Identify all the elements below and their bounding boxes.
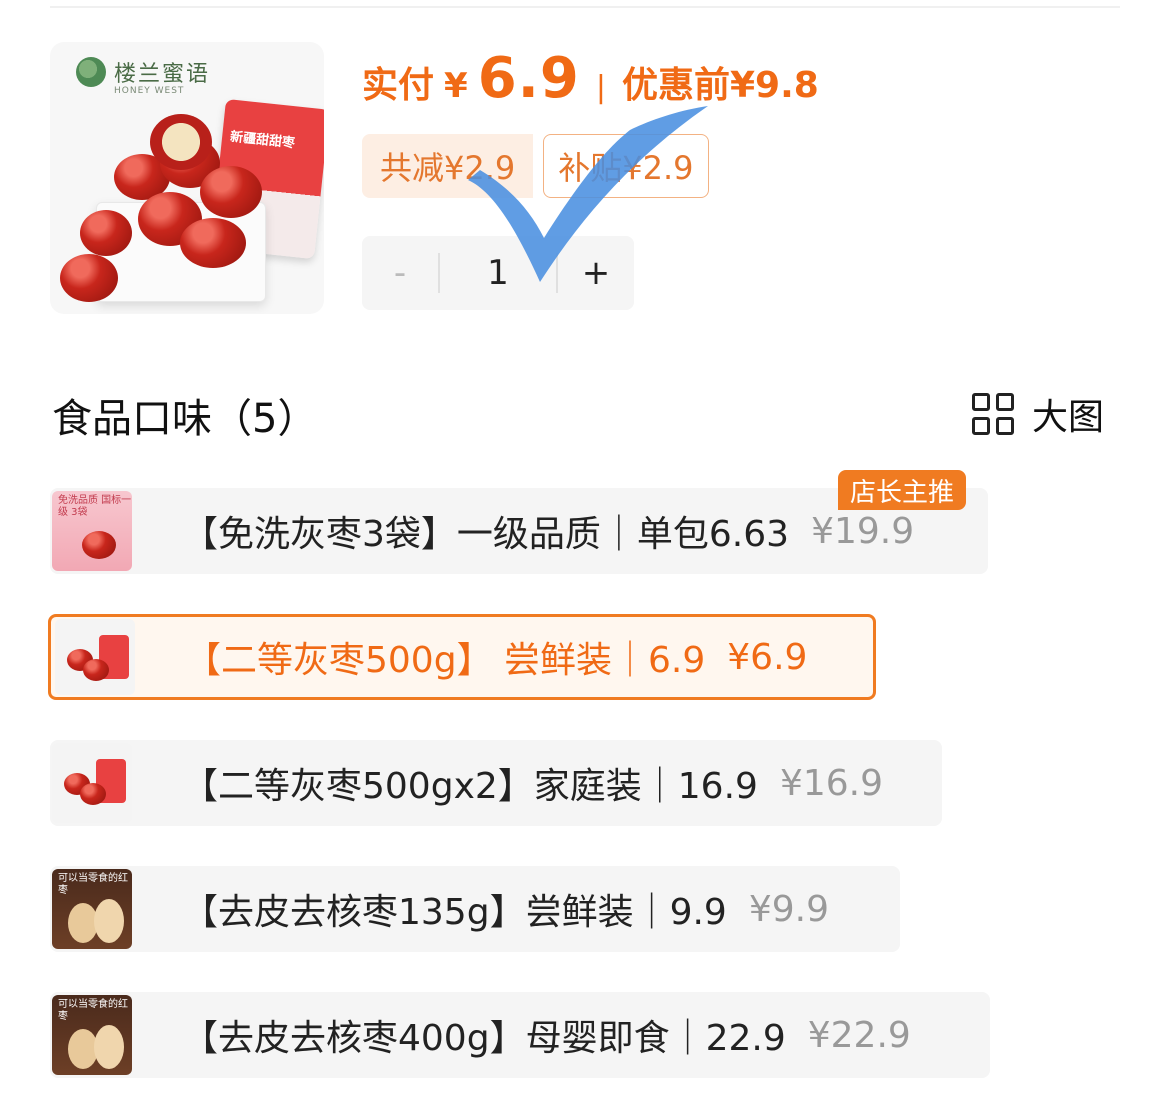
- thumb-caption: 可以当零食的红枣: [58, 999, 128, 1022]
- price-separator: |: [595, 70, 606, 105]
- option-name: 【免洗灰枣3袋】一级品质｜单包6.63: [182, 514, 790, 555]
- option-thumbnail: 可以当零食的红枣: [52, 869, 132, 949]
- decrease-button[interactable]: -: [362, 253, 438, 293]
- date-fruit: [82, 531, 116, 559]
- grid-view-icon: [972, 393, 1014, 435]
- brand-mark-icon: [76, 57, 106, 87]
- date-fruit: [60, 254, 118, 302]
- option-price: ¥9.9: [748, 888, 829, 930]
- price-row: 实付 ¥ 6.9 | 优惠前¥9.8: [362, 46, 819, 111]
- peeled-date: [94, 899, 124, 943]
- brand-subtitle: HONEY WEST: [114, 86, 185, 96]
- option-thumbnail: [55, 619, 135, 695]
- option-name: 【二等灰枣500g】 尝鲜装｜6.9: [185, 640, 706, 681]
- quantity-value[interactable]: 1: [440, 253, 556, 293]
- sku-selector-panel: 楼兰蜜语 HONEY WEST 新疆甜甜枣 实付 ¥ 6.9 | 优惠前¥9.8…: [0, 0, 1170, 1094]
- date-fruit: [80, 210, 132, 256]
- thumb-caption: 可以当零食的红枣: [58, 873, 128, 896]
- option-item[interactable]: 【二等灰枣500gx2】家庭装｜16.9 ¥16.9: [50, 740, 942, 826]
- option-price: ¥19.9: [811, 510, 915, 552]
- paid-label: 实付: [362, 65, 435, 106]
- date-fruit: [83, 659, 109, 681]
- subsidy-badge: 补贴¥2.9: [543, 134, 709, 198]
- original-price: 优惠前¥9.8: [622, 65, 819, 106]
- product-image[interactable]: 楼兰蜜语 HONEY WEST 新疆甜甜枣: [50, 42, 324, 314]
- peeled-date: [94, 1025, 124, 1069]
- view-toggle-label: 大图: [1032, 397, 1105, 438]
- recommended-badge: 店长主推: [838, 470, 967, 510]
- brand-logo: 楼兰蜜语: [76, 56, 210, 88]
- option-thumbnail: [52, 743, 132, 823]
- thumb-caption: 免洗品质 国标一级 3袋: [58, 495, 132, 518]
- discount-row: 共减¥2.9 补贴¥2.9: [362, 134, 709, 198]
- option-item-selected[interactable]: 【二等灰枣500g】 尝鲜装｜6.9 ¥6.9: [48, 614, 876, 700]
- date-fruit: [200, 166, 262, 218]
- paid-price: 6.9: [477, 46, 580, 111]
- option-name: 【二等灰枣500gx2】家庭装｜16.9: [182, 766, 758, 807]
- option-thumbnail: 可以当零食的红枣: [52, 995, 132, 1075]
- option-name: 【去皮去核枣400g】母婴即食｜22.9: [182, 1018, 786, 1059]
- option-item[interactable]: 可以当零食的红枣 【去皮去核枣135g】尝鲜装｜9.9 ¥9.9: [50, 866, 900, 952]
- date-fruit: [180, 218, 246, 268]
- option-price: ¥16.9: [779, 762, 883, 804]
- discount-total-badge: 共减¥2.9: [362, 134, 534, 198]
- increase-button[interactable]: +: [558, 253, 634, 293]
- date-fruit: [80, 783, 106, 805]
- option-price: ¥22.9: [807, 1014, 911, 1056]
- section-title: 食品口味（5）: [52, 396, 318, 442]
- option-name: 【去皮去核枣135g】尝鲜装｜9.9: [182, 892, 727, 933]
- bag-label: 新疆甜甜枣: [229, 129, 296, 152]
- paid-currency: ¥: [444, 66, 468, 106]
- top-divider: [50, 6, 1120, 8]
- quantity-stepper: - 1 +: [362, 236, 634, 310]
- date-half: [150, 114, 212, 170]
- view-toggle[interactable]: 大图: [972, 388, 1104, 440]
- option-item[interactable]: 可以当零食的红枣 【去皮去核枣400g】母婴即食｜22.9 ¥22.9: [50, 992, 990, 1078]
- option-price: ¥6.9: [727, 636, 808, 678]
- option-thumbnail: 免洗品质 国标一级 3袋: [52, 491, 132, 571]
- brand-name: 楼兰蜜语: [114, 62, 211, 87]
